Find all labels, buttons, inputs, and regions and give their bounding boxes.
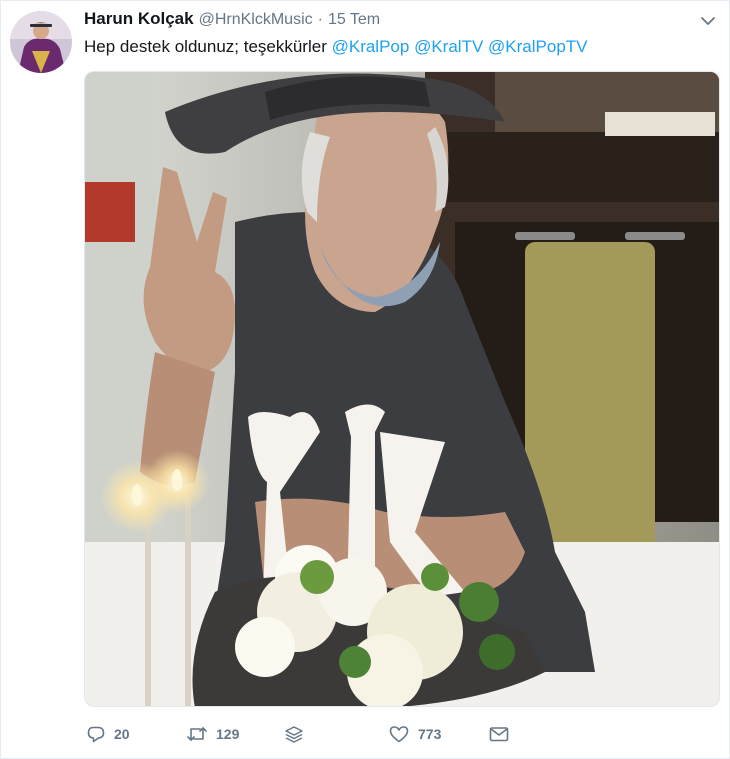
tweet-header: Harun Kolçak @HrnKlckMusic · 15 Tem xyxy=(84,9,380,31)
like-button[interactable]: 773 xyxy=(388,719,441,749)
layers-button[interactable] xyxy=(284,719,304,749)
dm-button[interactable] xyxy=(488,719,510,749)
tweet-actions: 20 129 773 xyxy=(84,719,524,749)
chevron-down-icon[interactable] xyxy=(698,11,718,31)
heart-icon xyxy=(388,724,410,744)
mention-link[interactable]: @KralPop xyxy=(332,37,410,56)
retweet-icon xyxy=(186,724,208,744)
author-fullname[interactable]: Harun Kolçak xyxy=(84,9,194,29)
layers-icon xyxy=(284,724,304,744)
tweet-card: Harun Kolçak @HrnKlckMusic · 15 Tem Hep … xyxy=(0,0,730,759)
reply-icon xyxy=(86,724,106,744)
retweet-count: 129 xyxy=(216,726,240,742)
mention-link[interactable]: @KralTV xyxy=(414,37,483,56)
tweet-photo[interactable] xyxy=(84,71,720,707)
avatar[interactable] xyxy=(10,11,72,73)
retweet-button[interactable]: 129 xyxy=(186,719,239,749)
reply-count: 20 xyxy=(114,726,130,742)
timestamp[interactable]: 15 Tem xyxy=(328,11,380,29)
tweet-text: Hep destek oldunuz; teşekkürler @KralPop… xyxy=(84,37,588,57)
reply-button[interactable]: 20 xyxy=(86,719,130,749)
tweet-text-body: Hep destek oldunuz; teşekkürler xyxy=(84,37,332,56)
mention-link[interactable]: @KralPopTV xyxy=(488,37,587,56)
author-username[interactable]: @HrnKlckMusic xyxy=(199,11,313,29)
separator: · xyxy=(317,11,323,28)
envelope-icon xyxy=(488,724,510,744)
like-count: 773 xyxy=(418,726,442,742)
